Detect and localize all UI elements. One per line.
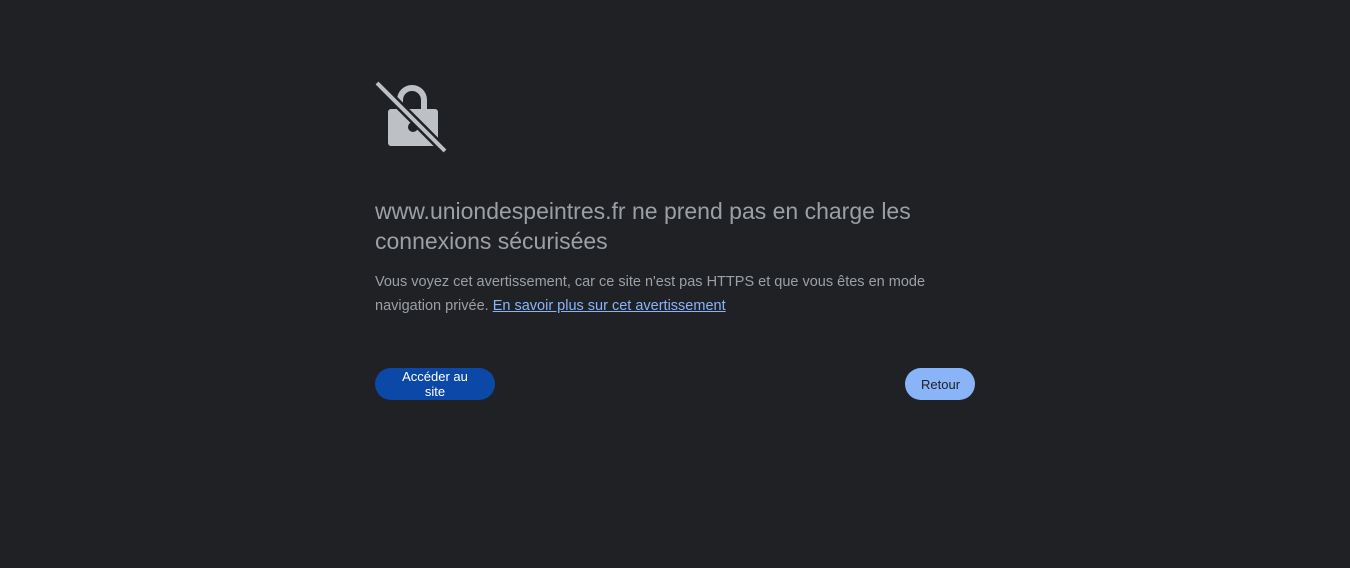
interstitial-page: www.uniondespeintres.fr ne prend pas en … bbox=[0, 0, 1350, 568]
warning-description: Vous voyez cet avertissement, car ce sit… bbox=[375, 270, 975, 318]
proceed-button[interactable]: Accéder au site bbox=[375, 368, 495, 400]
learn-more-link[interactable]: En savoir plus sur cet avertissement bbox=[493, 298, 726, 314]
warning-content: www.uniondespeintres.fr ne prend pas en … bbox=[375, 78, 975, 400]
lock-crossed-icon bbox=[375, 79, 449, 154]
page-title: www.uniondespeintres.fr ne prend pas en … bbox=[375, 198, 911, 254]
back-button[interactable]: Retour bbox=[905, 368, 975, 400]
